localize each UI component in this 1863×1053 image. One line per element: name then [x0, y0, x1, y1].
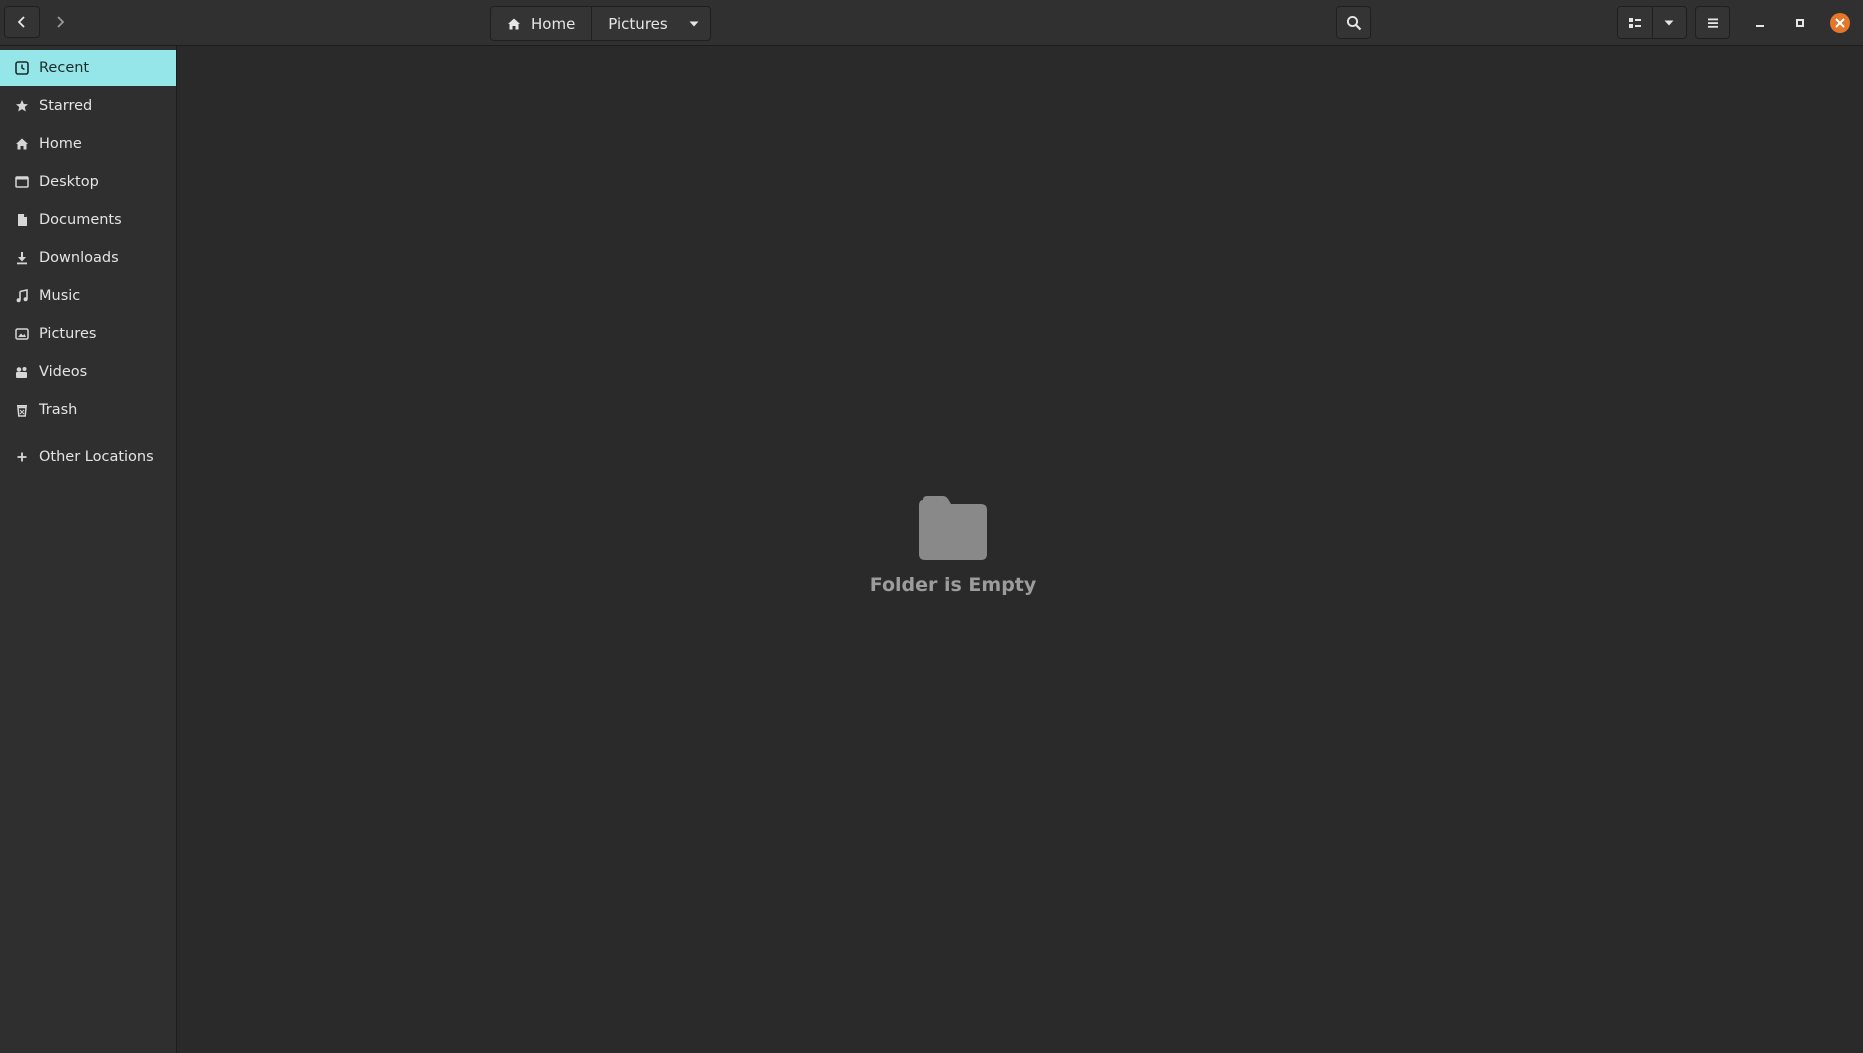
sidebar-item-label: Pictures — [39, 326, 97, 342]
close-icon — [1829, 12, 1851, 34]
sidebar-item-pictures[interactable]: Pictures — [0, 316, 176, 352]
sidebar-item-downloads[interactable]: Downloads — [0, 240, 176, 276]
sidebar-item-label: Home — [39, 136, 82, 152]
maximize-button[interactable] — [1784, 10, 1816, 36]
breadcrumb-home-label: Home — [531, 14, 576, 33]
sidebar-item-label: Trash — [39, 402, 78, 418]
view-options-button[interactable] — [1653, 7, 1687, 38]
breadcrumb-pictures-label: Pictures — [608, 14, 668, 33]
maximize-icon — [1794, 17, 1806, 29]
home-icon — [507, 17, 521, 31]
folder-icon — [917, 496, 989, 562]
minimize-icon — [1754, 17, 1766, 29]
sidebar-item-label: Recent — [39, 60, 90, 76]
trash-icon — [14, 402, 30, 418]
list-view-icon — [1628, 16, 1642, 30]
breadcrumb-home[interactable]: Home — [491, 7, 591, 40]
sidebar-item-recent[interactable]: Recent — [0, 50, 176, 86]
sidebar-item-label: Documents — [39, 212, 122, 228]
breadcrumb: Home Pictures — [490, 6, 711, 41]
empty-state: Folder is Empty — [870, 496, 1036, 596]
view-mode-button[interactable] — [1618, 7, 1653, 38]
empty-message: Folder is Empty — [869, 574, 1037, 596]
home-icon — [14, 136, 30, 152]
chevron-down-icon — [688, 18, 700, 30]
sidebar-item-other-locations[interactable]: Other Locations — [0, 439, 176, 475]
header-bar: Home Pictures — [0, 0, 1863, 46]
sidebar-item-starred[interactable]: Starred — [0, 88, 176, 124]
sidebar-item-label: Videos — [39, 364, 88, 380]
sidebar-item-trash[interactable]: Trash — [0, 392, 176, 428]
sidebar-item-videos[interactable]: Videos — [0, 354, 176, 390]
search-button[interactable] — [1336, 6, 1371, 39]
sidebar-item-music[interactable]: Music — [0, 278, 176, 314]
hamburger-menu-icon — [1706, 16, 1720, 30]
breadcrumb-dropdown-button[interactable] — [684, 7, 710, 40]
view-mode-group — [1617, 6, 1687, 39]
sidebar-item-documents[interactable]: Documents — [0, 202, 176, 238]
go-previous-icon — [15, 15, 29, 29]
sidebar-item-home[interactable]: Home — [0, 126, 176, 162]
sidebar: Recent Starred Home Desktop Documents Do… — [0, 46, 177, 1053]
music-icon — [14, 288, 30, 304]
download-icon — [14, 250, 30, 266]
sidebar-item-label: Other Locations — [39, 449, 154, 465]
sidebar-item-label: Music — [39, 288, 81, 304]
forward-button[interactable] — [42, 6, 78, 38]
sidebar-item-label: Starred — [39, 98, 93, 114]
close-button[interactable] — [1828, 11, 1852, 35]
recent-icon — [14, 60, 30, 76]
sidebar-item-label: Desktop — [39, 174, 99, 190]
go-next-icon — [53, 15, 67, 29]
sidebar-item-label: Downloads — [39, 250, 119, 266]
desktop-icon — [14, 174, 30, 190]
sidebar-item-desktop[interactable]: Desktop — [0, 164, 176, 200]
document-icon — [14, 212, 30, 228]
breadcrumb-pictures[interactable]: Pictures — [591, 7, 683, 40]
main-menu-button[interactable] — [1695, 6, 1730, 39]
back-button[interactable] — [4, 6, 40, 38]
chevron-down-icon — [1663, 17, 1675, 29]
plus-icon — [14, 449, 30, 465]
minimize-button[interactable] — [1744, 10, 1776, 36]
pictures-icon — [14, 326, 30, 342]
search-icon — [1346, 15, 1362, 31]
videos-icon — [14, 364, 30, 380]
star-icon — [14, 98, 30, 114]
